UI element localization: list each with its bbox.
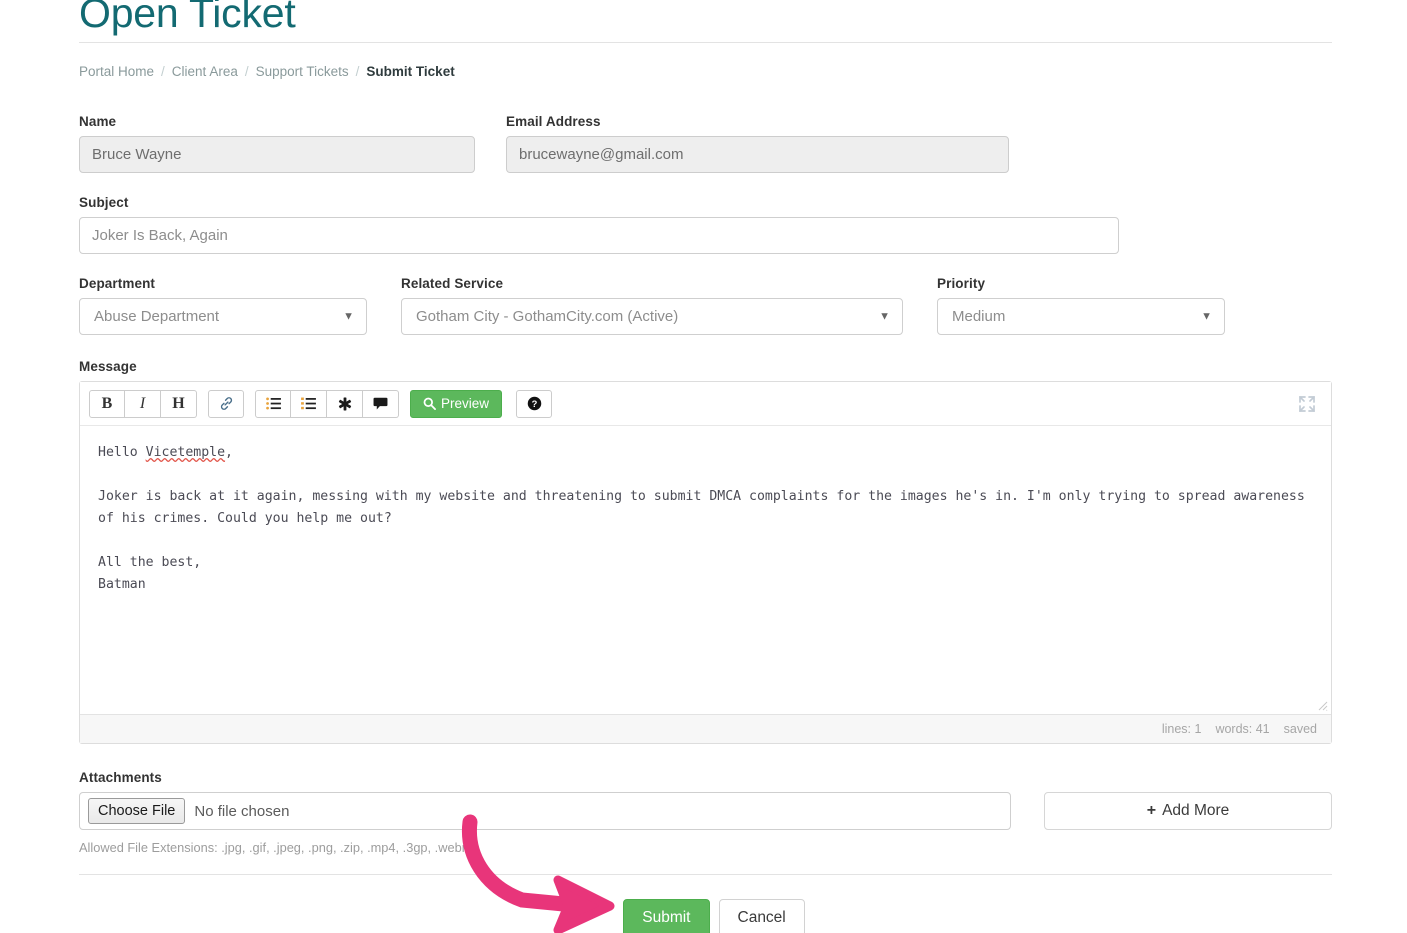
- unordered-list-icon: [265, 397, 281, 410]
- ordered-list-button[interactable]: [291, 389, 327, 418]
- related-service-label: Related Service: [401, 276, 504, 291]
- department-service-priority-row: Department Abuse Department ▼ Related Se…: [79, 276, 1332, 335]
- editor-words-count: words: 41: [1215, 722, 1270, 736]
- breadcrumb: Portal Home / Client Area / Support Tickets /…: [79, 63, 1332, 81]
- name-input[interactable]: Bruce Wayne: [79, 136, 475, 173]
- search-icon: [423, 397, 436, 410]
- message-label: Message: [79, 359, 137, 374]
- email-label: Email Address: [506, 114, 601, 129]
- breadcrumb-item-portal-home[interactable]: Portal Home: [79, 64, 154, 79]
- submit-button[interactable]: Submit: [623, 899, 710, 933]
- editor-status-bar: lines: 1 words: 41 saved: [80, 714, 1331, 743]
- breadcrumb-item-client-area[interactable]: Client Area: [172, 64, 238, 79]
- ordered-list-icon: [301, 397, 316, 410]
- fullscreen-expand-icon[interactable]: [1297, 394, 1317, 414]
- question-circle-icon: ?: [527, 396, 542, 411]
- related-service-select[interactable]: Gotham City - GothamCity.com (Active): [401, 298, 903, 335]
- message-paragraph: Joker is back at it again, messing with …: [98, 489, 1313, 526]
- subject-input[interactable]: Joker Is Back, Again: [79, 217, 1119, 254]
- priority-label: Priority: [937, 276, 986, 291]
- preview-button-label: Preview: [441, 396, 490, 411]
- asterisk-icon: [338, 397, 352, 411]
- message-line-1-post: ,: [225, 445, 233, 460]
- subject-label: Subject: [79, 195, 129, 210]
- email-input[interactable]: brucewayne@gmail.com: [506, 136, 1009, 173]
- title-divider: [79, 42, 1332, 43]
- message-signature: Batman: [98, 577, 146, 592]
- subject-field-group: Subject Joker Is Back, Again: [79, 195, 1119, 254]
- editor-toolbar: B I H Preview ?: [80, 382, 1331, 426]
- form-actions: Submit Cancel: [79, 899, 1332, 933]
- breadcrumb-separator: /: [355, 64, 360, 79]
- breadcrumb-separator: /: [161, 64, 165, 79]
- page-content: Open Ticket Portal Home / Client Area / Supp…: [79, 0, 1332, 933]
- cancel-button[interactable]: Cancel: [718, 899, 805, 933]
- italic-button[interactable]: I: [125, 389, 161, 418]
- help-button-group: ?: [516, 389, 553, 418]
- attachments-label: Attachments: [79, 770, 162, 785]
- plus-icon: +: [1146, 802, 1157, 819]
- svg-text:?: ?: [531, 399, 537, 409]
- chosen-file-name: No file chosen: [194, 802, 290, 820]
- editor-saved-status: saved: [1283, 722, 1317, 736]
- choose-file-button[interactable]: Choose File: [88, 798, 186, 824]
- actions-divider: [79, 874, 1332, 875]
- name-label: Name: [79, 114, 117, 129]
- priority-field-group: Priority Medium ▼: [937, 276, 1225, 335]
- file-input[interactable]: Choose File No file chosen: [79, 792, 1011, 830]
- message-signoff: All the best,: [98, 555, 202, 570]
- add-more-button[interactable]: + Add More: [1044, 792, 1332, 830]
- breadcrumb-item-support-tickets[interactable]: Support Tickets: [256, 64, 349, 79]
- open-ticket-page: Open Ticket Portal Home / Client Area / Supp…: [0, 0, 1407, 933]
- misspelled-word: Vicetemple: [145, 445, 226, 460]
- unordered-list-button[interactable]: [255, 389, 291, 418]
- ticket-form: Name Bruce Wayne Email Address brucewayn…: [79, 114, 1332, 933]
- department-select[interactable]: Abuse Department: [79, 298, 367, 335]
- preview-button[interactable]: Preview: [410, 389, 503, 418]
- textarea-resize-handle[interactable]: [1315, 698, 1328, 711]
- text-style-button-group: B I H: [89, 389, 197, 418]
- page-title: Open Ticket: [79, 0, 296, 36]
- name-email-row: Name Bruce Wayne Email Address brucewayn…: [79, 114, 1332, 173]
- comment-button[interactable]: [363, 389, 399, 418]
- message-textarea[interactable]: Hello Vicetemple, Joker is back at it ag…: [80, 426, 1331, 714]
- link-button-group: [208, 389, 244, 418]
- department-field-group: Department Abuse Department ▼: [79, 276, 367, 335]
- priority-select[interactable]: Medium: [937, 298, 1225, 335]
- breadcrumb-item-submit-ticket: Submit Ticket: [366, 64, 455, 79]
- link-button[interactable]: [208, 389, 244, 418]
- message-field-group: Message B I H Preview ? Hello Vicetemple…: [79, 359, 1332, 744]
- heading-button[interactable]: H: [161, 389, 197, 418]
- link-icon: [219, 396, 234, 411]
- attachments-row: Choose File No file chosen + Add More: [79, 792, 1332, 830]
- markdown-editor: B I H Preview ? Hello Vicetemple, Joker …: [79, 381, 1332, 744]
- comment-quote-icon: [373, 397, 388, 410]
- editor-lines-count: lines: 1: [1161, 722, 1202, 736]
- department-label: Department: [79, 276, 156, 291]
- asterisk-button[interactable]: [327, 389, 363, 418]
- help-button[interactable]: ?: [516, 389, 553, 418]
- email-field-group: Email Address brucewayne@gmail.com: [506, 114, 1009, 173]
- name-field-group: Name Bruce Wayne: [79, 114, 475, 173]
- attachments-section: Attachments Choose File No file chosen +…: [79, 770, 1332, 855]
- allowed-extensions-text: Allowed File Extensions: .jpg, .gif, .jp…: [79, 840, 473, 855]
- breadcrumb-separator: /: [244, 64, 249, 79]
- add-more-label: Add More: [1162, 802, 1230, 819]
- related-service-field-group: Related Service Gotham City - GothamCity…: [401, 276, 903, 335]
- preview-button-group: Preview: [410, 389, 503, 418]
- list-button-group: [255, 389, 399, 418]
- bold-button[interactable]: B: [89, 389, 125, 418]
- message-line-1-pre: Hello: [98, 445, 146, 460]
- message-text: Hello Vicetemple, Joker is back at it ag…: [98, 442, 1313, 596]
